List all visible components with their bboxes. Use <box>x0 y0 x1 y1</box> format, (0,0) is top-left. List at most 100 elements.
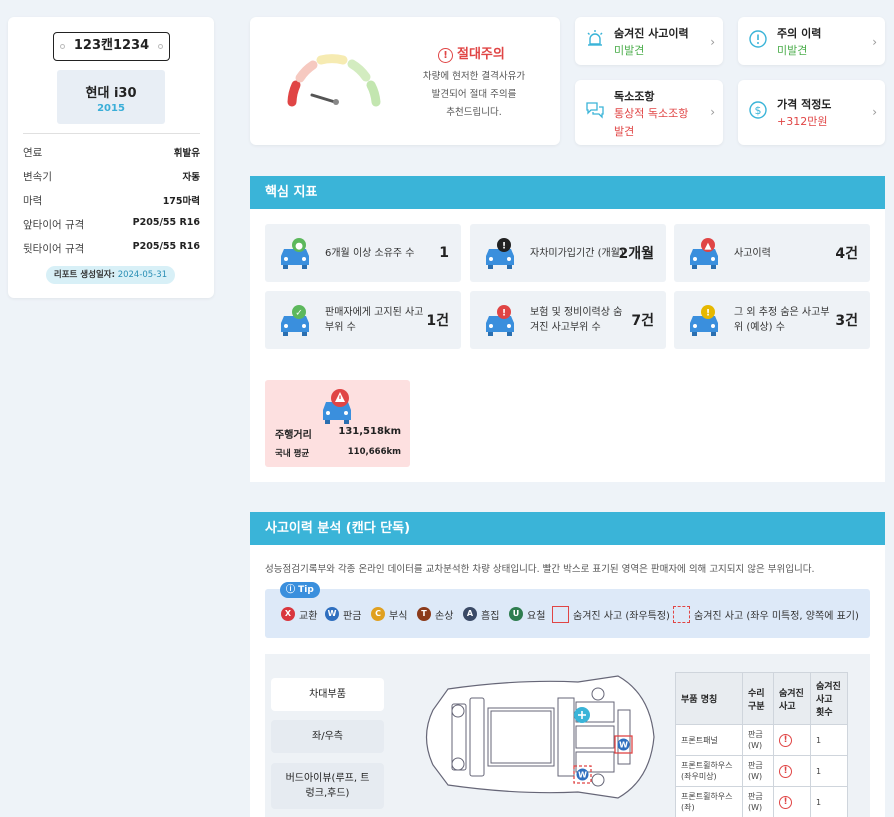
legend-label: 흠집 <box>481 610 500 622</box>
spec-row: 앞타이어 규격 P205/55 R16 <box>23 217 200 233</box>
birdseye-button[interactable]: 버드아이뷰(루프, 트렁크,후드) <box>271 763 384 809</box>
car-indicator-icon: ! <box>486 238 514 269</box>
card-title: 가격 적정도 <box>777 98 832 111</box>
spec-label: 연료 <box>23 147 43 159</box>
dollar-icon: $ <box>749 101 767 119</box>
part-name-cell: 프론트휠하우스 (좌) <box>675 786 743 817</box>
car-indicator-icon: ! <box>690 305 718 336</box>
hidden-accident-cell: ! <box>773 786 811 817</box>
indicator-label: 보험 및 정비이력상 숨겨진 사고부위 수 <box>530 307 623 333</box>
card-status: +312만원 <box>777 115 828 128</box>
divider <box>23 133 200 134</box>
legend-item: U 요철 <box>509 606 545 622</box>
accident-description: 성능점검기록부와 각종 온라인 데이터를 교차분석한 차량 상태입니다. 빨간 … <box>265 564 815 575</box>
card-title: 숨겨진 사고이력 <box>614 27 689 40</box>
legend-label: 숨겨진 사고 (좌우 미특정, 양쪽에 표기) <box>694 610 859 622</box>
risk-gauge-card: ! 절대주의 차량에 현저한 결격사유가 발견되어 절대 주의를 추천드립니다. <box>250 17 560 145</box>
plate-number: 123캔1234 <box>73 38 150 53</box>
repair-type-cell: 판금 (W) <box>742 724 774 756</box>
mileage-card: 주행거리 131,518km 국내 평균 110,666km <box>265 380 410 467</box>
info-icon: ⓘ <box>286 585 296 595</box>
model-box: 현대 i30 2015 <box>57 70 165 124</box>
indicator-value: 7건 <box>631 313 654 329</box>
left-right-button[interactable]: 좌/우측 <box>271 720 384 753</box>
indicator-value: 1건 <box>426 313 449 329</box>
spec-row: 변속기 자동 <box>23 169 200 185</box>
report-date-badge: 리포트 생성일자: 2024-05-31 <box>46 266 175 284</box>
siren-icon <box>587 30 603 46</box>
col-hidden-count: 숨겨진 사고 횟수 <box>810 672 848 725</box>
legend-code-icon: T <box>417 607 431 621</box>
card-status: 미발견 <box>614 44 645 57</box>
warning-line: 차량에 현저한 결격사유가 <box>422 71 526 82</box>
hidden-accident-table: 부품 명칭 수리 구분 숨겨진 사고 숨겨진 사고 횟수 프론트패널 판금 (W)… <box>675 672 848 817</box>
legend-label: 손상 <box>435 610 454 622</box>
average-label: 국내 평균 <box>275 449 310 459</box>
alert-icon: ! <box>779 764 792 778</box>
indicator-card: ! 자차미가입기간 (개월) 2개월 <box>470 224 666 282</box>
legend-hidden-unspecified: 숨겨진 사고 (좌우 미특정, 양쪽에 표기) <box>673 605 859 623</box>
col-part-name: 부품 명칭 <box>675 672 743 725</box>
legend-item: A 흠집 <box>463 606 499 622</box>
count-cell: 1 <box>810 724 848 756</box>
legend-code-icon: U <box>509 607 523 621</box>
table-row: 프론트휠하우스 (좌우미상) 판금 (W)! 1 <box>675 755 848 787</box>
legend-item: W 판금 <box>325 606 361 622</box>
indicator-card: ● 6개월 이상 소유주 수 1 <box>265 224 461 282</box>
indicator-card: ✓ 판매자에게 고지된 사고부위 수 1건 <box>265 291 461 349</box>
car-top-view-diagram: W W <box>425 675 655 799</box>
indicator-value: 1 <box>439 245 449 261</box>
svg-text:W: W <box>578 771 587 780</box>
card-status-line: 발견 <box>614 125 635 138</box>
chevron-right-icon: › <box>710 35 715 49</box>
price-fairness-card[interactable]: $ 가격 적정도 +312만원 › <box>738 80 885 145</box>
count-cell: 1 <box>810 786 848 817</box>
legend-code-icon: A <box>463 607 477 621</box>
plate-bolt-icon <box>60 44 65 49</box>
legend-item: X 교환 <box>281 606 317 622</box>
caution-history-card[interactable]: 주의 이력 미발견 › <box>738 17 885 65</box>
count-cell: 1 <box>810 755 848 787</box>
indicator-value: 3건 <box>835 313 858 329</box>
tip-label: Tip <box>298 585 314 595</box>
spec-row: 연료 휘발유 <box>23 145 200 161</box>
warning-title: ! 절대주의 <box>438 43 505 63</box>
frame-parts-button[interactable]: 차대부품 <box>271 678 384 711</box>
mileage-label: 주행거리 <box>275 430 312 441</box>
hidden-accident-cell: ! <box>773 724 811 756</box>
card-title: 독소조항 <box>614 90 655 103</box>
hidden-accident-card[interactable]: 숨겨진 사고이력 미발견 › <box>575 17 723 65</box>
card-status: 미발견 <box>777 44 808 57</box>
legend-label: 교환 <box>299 610 318 622</box>
vehicle-card: 123캔1234 현대 i30 2015 연료 휘발유 변속기 자동 마력 175마력… <box>8 17 214 298</box>
part-name-cell: 프론트휠하우스 (좌우미상) <box>675 755 743 787</box>
warning-line: 발견되어 절대 주의를 <box>431 89 517 100</box>
indicator-card: ▲ 사고이력 4건 <box>674 224 870 282</box>
model-year: 2015 <box>97 103 125 114</box>
license-plate: 123캔1234 <box>53 32 170 61</box>
repair-type-cell: 판금 (W) <box>742 755 774 787</box>
indicator-value: 2개월 <box>618 246 654 262</box>
chevron-right-icon: › <box>872 105 877 119</box>
legend-code-icon: X <box>281 607 295 621</box>
legend-label: 부식 <box>389 610 408 622</box>
table-row: 프론트패널 판금 (W)! 1 <box>675 724 848 756</box>
indicator-label: 6개월 이상 소유주 수 <box>325 247 415 259</box>
toxic-clause-card[interactable]: 독소조항 통상적 독소조항 발견 › <box>575 80 723 145</box>
spec-value: 휘발유 <box>173 148 200 159</box>
part-name-cell: 프론트패널 <box>675 724 743 756</box>
svg-text:W: W <box>619 741 628 750</box>
indicator-label: 사고이력 <box>734 247 771 259</box>
tip-badge: ⓘ Tip <box>280 582 320 598</box>
chat-icon <box>586 102 604 119</box>
mileage-value: 131,518km <box>338 426 401 437</box>
col-hidden-accident: 숨겨진 사고 <box>773 672 811 725</box>
card-title: 주의 이력 <box>777 27 822 40</box>
card-status-line: 통상적 독소조항 <box>614 107 689 120</box>
legend-hidden-specified: 숨겨진 사고 (좌우특정) <box>552 605 670 623</box>
svg-text:✓: ✓ <box>295 309 303 319</box>
spec-value: P205/55 R16 <box>132 217 200 228</box>
indicator-value: 4건 <box>835 246 858 262</box>
spec-value: 175마력 <box>162 196 200 207</box>
spec-value: 자동 <box>182 172 200 183</box>
